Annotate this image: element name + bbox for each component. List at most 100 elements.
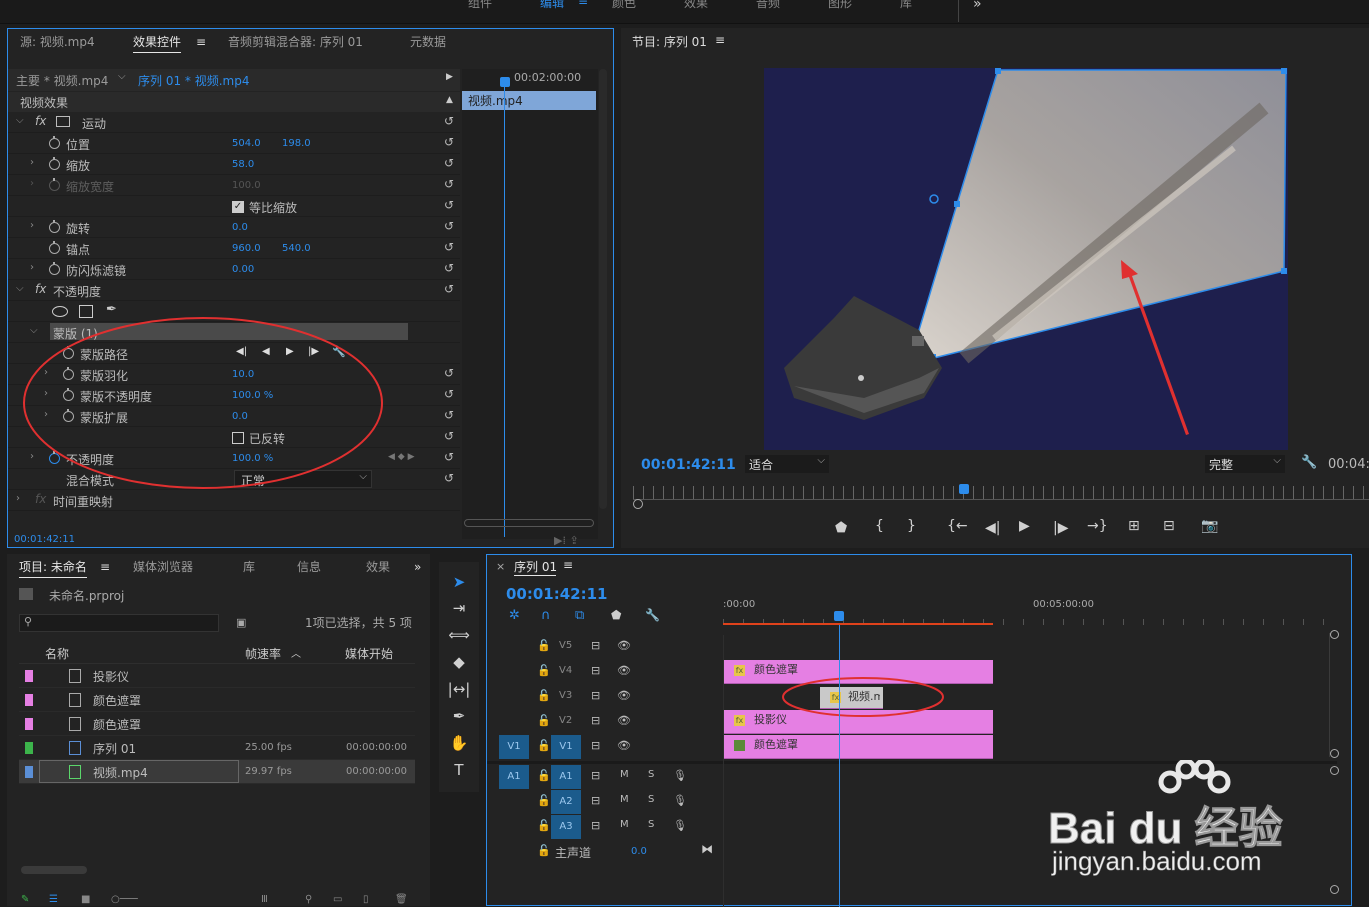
program-playhead[interactable]: [959, 484, 969, 494]
sequence-tab[interactable]: 序列 01: [514, 558, 557, 575]
reset-icon[interactable]: ↺: [444, 471, 454, 485]
source-patch-v1[interactable]: V1: [499, 735, 529, 759]
track-target-v1[interactable]: V1: [551, 735, 581, 759]
eye-icon[interactable]: 👁: [617, 714, 631, 727]
mask-feather-value[interactable]: 10.0: [232, 369, 254, 380]
clip-color-matte-v1[interactable]: 颜色遮罩: [724, 735, 993, 759]
mark-out-icon[interactable]: }: [907, 518, 916, 534]
feather-handle[interactable]: [929, 194, 939, 204]
opacity-value[interactable]: 100.0 %: [232, 453, 273, 464]
new-bin-icon[interactable]: ▭: [333, 894, 342, 905]
effect-row-rotation[interactable]: › 旋转 0.0 ↺: [8, 217, 460, 238]
effect-row-mask-expansion[interactable]: › 蒙版扩展 0.0 ↺: [8, 406, 460, 427]
scroll-handle-icon[interactable]: [1330, 885, 1339, 894]
workspace-menu-icon[interactable]: ≡: [578, 0, 588, 8]
mute-button[interactable]: M: [620, 794, 629, 805]
source-patch-a1[interactable]: A1: [499, 765, 529, 789]
timeline-vscroll-video[interactable]: [1329, 633, 1339, 757]
timeline-settings-wrench-icon[interactable]: 🔧: [645, 608, 660, 622]
sync-lock-icon[interactable]: ⊟: [591, 819, 600, 832]
lock-icon[interactable]: 🔓: [537, 739, 551, 752]
chevron-right-icon[interactable]: ›: [44, 367, 48, 378]
rectangle-mask-icon[interactable]: [79, 305, 93, 318]
tab-libraries[interactable]: 库: [243, 554, 255, 580]
track-master[interactable]: 🔓 主声道 0.0 ⧓: [487, 840, 723, 864]
chevron-right-icon[interactable]: ›: [16, 493, 20, 504]
effect-mini-timeline[interactable]: 00:02:00:00 视频.mp4: [462, 69, 598, 539]
mini-playhead-marker[interactable]: [500, 77, 510, 87]
razor-tool-icon[interactable]: ◆: [446, 650, 472, 674]
track-select-tool-icon[interactable]: ⇥: [446, 596, 472, 620]
writable-icon[interactable]: ✎: [21, 894, 29, 905]
keyframe-nav-icon[interactable]: ◀ ◆ ▶: [388, 452, 415, 462]
mask-label[interactable]: 蒙版 (1): [53, 325, 98, 342]
fx-badge[interactable]: fx: [35, 114, 46, 128]
workspace-tab-effects[interactable]: 效果: [684, 0, 708, 11]
sort-icon[interactable]: Ⅲ: [261, 894, 268, 905]
sync-lock-icon[interactable]: ⊟: [591, 739, 600, 752]
slip-tool-icon[interactable]: |↔|: [446, 677, 472, 701]
eye-icon[interactable]: 👁: [617, 639, 631, 652]
chevron-down-icon[interactable]: ⌵: [30, 325, 38, 336]
stopwatch-icon[interactable]: [63, 409, 74, 422]
video-canvas[interactable]: [764, 68, 1288, 450]
chevron-down-icon[interactable]: ⌵: [16, 115, 24, 126]
microphone-icon[interactable]: 🎙: [673, 769, 687, 782]
reset-icon[interactable]: ↺: [444, 114, 454, 128]
scale-value[interactable]: 58.0: [232, 159, 254, 170]
lock-icon[interactable]: 🔓: [537, 844, 551, 857]
rotation-value[interactable]: 0.0: [232, 222, 248, 233]
reset-icon[interactable]: ↺: [444, 240, 454, 254]
track-v4[interactable]: 🔓 V4 ⊟ 👁: [487, 660, 723, 684]
list-view-icon[interactable]: ☰: [49, 894, 58, 905]
effect-row-inverted[interactable]: 已反转 ↺: [8, 427, 460, 448]
lock-icon[interactable]: 🔓: [537, 794, 551, 807]
anchor-x-value[interactable]: 960.0: [232, 243, 261, 254]
project-hscroll[interactable]: [21, 866, 87, 874]
eye-icon[interactable]: 👁: [617, 664, 631, 677]
eye-icon[interactable]: 👁: [617, 739, 631, 752]
add-marker-icon[interactable]: ⬟: [835, 520, 847, 536]
timeline-timecode[interactable]: 00:01:42:11: [506, 585, 608, 603]
col-framerate[interactable]: 帧速率: [245, 645, 281, 662]
wrench-icon[interactable]: 🔧: [332, 345, 346, 358]
col-name[interactable]: 名称: [45, 645, 69, 662]
workspace-tab-edit[interactable]: 编辑: [540, 0, 564, 11]
solo-button[interactable]: S: [648, 819, 654, 830]
track-v1[interactable]: V1 🔓 V1 ⊟ 👁: [487, 735, 723, 759]
zoom-handle[interactable]: [633, 499, 643, 509]
reset-icon[interactable]: ↺: [444, 282, 454, 296]
chevron-down-icon[interactable]: ⌵: [118, 71, 126, 82]
sync-lock-icon[interactable]: ⊟: [591, 794, 600, 807]
sync-lock-icon[interactable]: ⊟: [591, 769, 600, 782]
reset-icon[interactable]: ↺: [444, 408, 454, 422]
effect-row-uniform-scale[interactable]: ✓ 等比缩放 ↺: [8, 196, 460, 217]
uniform-scale-checkbox[interactable]: ✓: [232, 201, 244, 213]
settings-wrench-icon[interactable]: 🔧: [1301, 455, 1317, 470]
close-icon[interactable]: ×: [496, 560, 505, 573]
expand-right-icon[interactable]: ▶: [446, 72, 453, 82]
track-next-frame-icon[interactable]: ▶: [286, 346, 294, 357]
project-more-icon[interactable]: »: [414, 554, 421, 580]
reset-icon[interactable]: ↺: [444, 450, 454, 464]
program-scrub-ruler[interactable]: [633, 486, 1369, 500]
stopwatch-icon[interactable]: [49, 136, 60, 149]
linked-selection-icon[interactable]: ∩: [541, 608, 551, 623]
ripple-edit-tool-icon[interactable]: ⟺: [446, 623, 472, 647]
workspace-tab-assembly[interactable]: 组件: [468, 0, 492, 11]
effect-row-scale[interactable]: › 缩放 58.0 ↺: [8, 154, 460, 175]
chevron-down-icon[interactable]: ⌵: [16, 283, 24, 294]
icon-view-icon[interactable]: ■: [81, 894, 90, 905]
track-v2[interactable]: 🔓 V2 ⊟ 👁: [487, 710, 723, 734]
project-menu-icon[interactable]: ≡: [100, 554, 110, 580]
stopwatch-icon[interactable]: [49, 220, 60, 233]
workspace-tab-graphics[interactable]: 图形: [828, 0, 852, 11]
track-v3[interactable]: 🔓 V3 ⊟ 👁: [487, 685, 723, 709]
effect-row-blend-mode[interactable]: 混合模式 正常 ⌵ ↺: [8, 469, 460, 490]
effect-row-motion[interactable]: ⌵ fx 运动 ↺: [8, 112, 460, 133]
workspace-tab-audio[interactable]: 音频: [756, 0, 780, 11]
chevron-right-icon[interactable]: ›: [30, 220, 34, 231]
export-frame-icon[interactable]: ▶⁞ ⇪: [554, 534, 579, 547]
effect-row-position[interactable]: 位置 504.0 198.0 ↺: [8, 133, 460, 154]
stopwatch-icon[interactable]: [49, 262, 60, 275]
